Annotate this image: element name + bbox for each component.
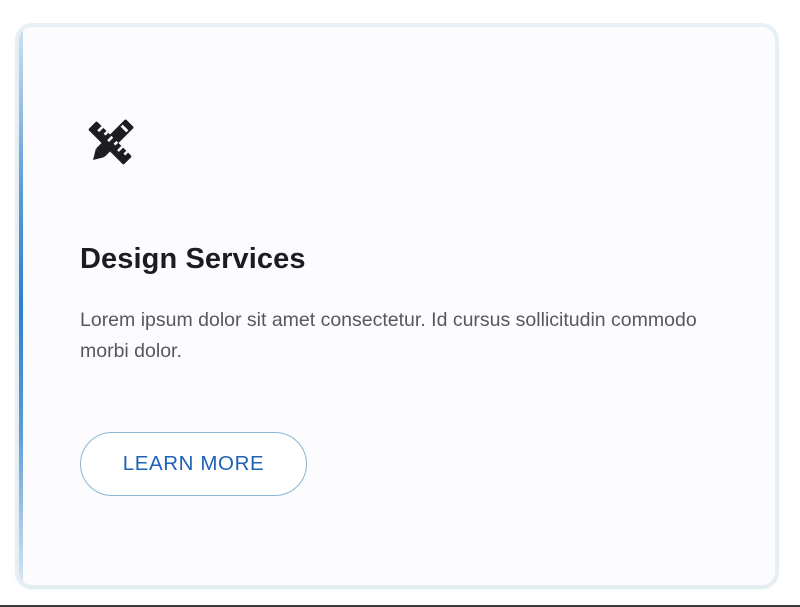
service-card: Design Services Lorem ipsum dolor sit am…	[18, 26, 776, 586]
card-title: Design Services	[80, 243, 306, 275]
design-tools-icon	[88, 119, 134, 165]
learn-more-button[interactable]: LEARN MORE	[80, 432, 307, 496]
card-description: Lorem ipsum dolor sit amet consectetur. …	[80, 309, 697, 362]
